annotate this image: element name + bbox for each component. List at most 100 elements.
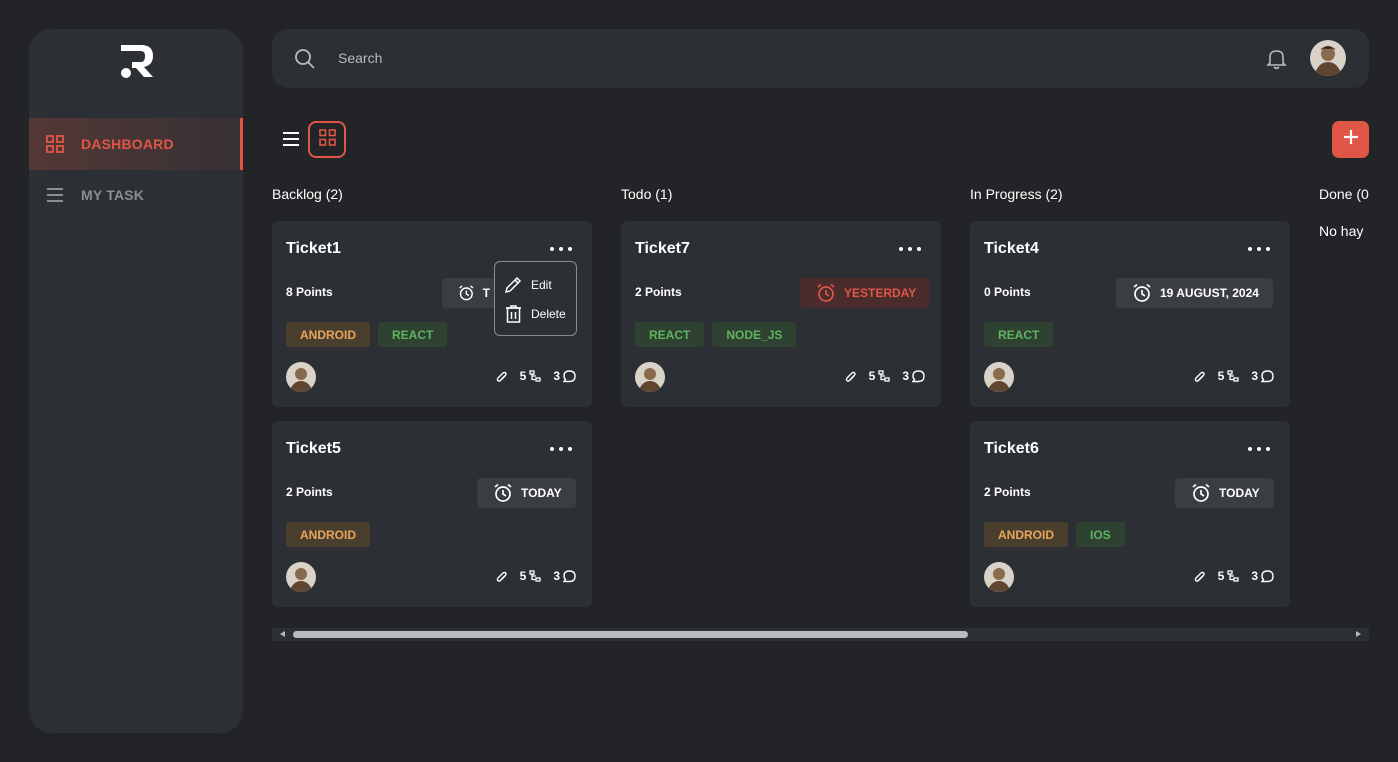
column-title-todo: Todo (1) xyxy=(621,186,673,202)
tag-list: REACT xyxy=(984,322,1054,347)
task-card[interactable]: Ticket4 0 Points 19 AUGUST, 2024 REACT 5… xyxy=(970,221,1290,407)
sidebar-item-dashboard[interactable]: DASHBOARD xyxy=(29,118,243,170)
comment-count: 3 xyxy=(553,569,560,583)
card-points: 2 Points xyxy=(286,485,333,499)
tag-list: ANDROID xyxy=(286,522,370,547)
subtask-count: 5 xyxy=(868,369,876,383)
plus-icon xyxy=(1343,129,1359,150)
task-card[interactable]: Ticket5 2 Points TODAY ANDROID 5 3 xyxy=(272,421,592,607)
subtask-count: 5 xyxy=(519,369,527,383)
card-points: 2 Points xyxy=(984,485,1031,499)
comment-icon xyxy=(912,369,925,382)
user-avatar[interactable] xyxy=(1310,40,1346,76)
top-bar xyxy=(272,29,1369,88)
more-options-icon[interactable] xyxy=(1248,445,1270,453)
tag: IOS xyxy=(1076,522,1125,547)
delete-menu-item[interactable]: Delete xyxy=(504,304,566,323)
due-date-badge: YESTERDAY xyxy=(800,278,931,308)
card-title: Ticket5 xyxy=(286,440,341,457)
comment-count: 3 xyxy=(902,369,909,383)
subtask-icon xyxy=(1227,370,1239,382)
tag: ANDROID xyxy=(984,522,1068,547)
subtask-count: 5 xyxy=(1217,369,1225,383)
tag-list: ANDROID IOS xyxy=(984,522,1125,547)
edit-menu-item[interactable]: Edit xyxy=(504,275,552,294)
sidebar-item-label: MY TASK xyxy=(81,187,145,203)
list-icon xyxy=(282,131,300,152)
column-title-in-progress: In Progress (2) xyxy=(970,186,1063,202)
assignee-avatar xyxy=(286,562,316,592)
paperclip-icon xyxy=(496,570,508,583)
comment-icon xyxy=(563,369,576,382)
subtask-count: 5 xyxy=(1217,569,1225,583)
paperclip-icon xyxy=(496,370,508,383)
subtask-count: 5 xyxy=(519,569,527,583)
more-options-icon[interactable] xyxy=(550,245,572,253)
comment-icon xyxy=(563,569,576,582)
tag-list: REACT NODE_JS xyxy=(635,322,797,347)
comment-icon xyxy=(1261,369,1274,382)
pencil-icon xyxy=(504,276,522,294)
card-points: 8 Points xyxy=(286,285,333,299)
comment-count: 3 xyxy=(1251,569,1258,583)
scroll-thumb[interactable] xyxy=(293,631,968,638)
tag: ANDROID xyxy=(286,522,370,547)
subtask-icon xyxy=(529,570,541,582)
sidebar-item-my-task[interactable]: MY TASK xyxy=(29,169,243,221)
horizontal-scrollbar[interactable] xyxy=(272,628,1369,641)
alarm-clock-icon xyxy=(817,283,835,302)
assignee-avatar xyxy=(635,362,665,392)
alarm-clock-icon xyxy=(1133,283,1151,302)
comment-count: 3 xyxy=(1251,369,1258,383)
card-points: 0 Points xyxy=(984,285,1031,299)
task-card[interactable]: Ticket7 2 Points YESTERDAY REACT NODE_JS… xyxy=(621,221,941,407)
due-date-badge: TODAY xyxy=(477,478,576,508)
column-title-done: Done (0 xyxy=(1319,186,1369,202)
assignee-avatar xyxy=(984,562,1014,592)
grid-view-button[interactable] xyxy=(308,121,346,158)
assignee-avatar xyxy=(984,362,1014,392)
more-options-icon[interactable] xyxy=(899,245,921,253)
due-date-badge: TODAY xyxy=(1175,478,1274,508)
card-meta: 5 3 xyxy=(484,569,576,583)
bell-icon[interactable] xyxy=(1266,48,1287,75)
grid-icon xyxy=(318,128,336,151)
search-icon xyxy=(294,48,316,75)
card-context-menu: Edit Delete xyxy=(494,261,577,336)
card-meta: 5 3 xyxy=(1182,369,1274,383)
comment-icon xyxy=(1261,569,1274,582)
r-logo-icon[interactable] xyxy=(117,41,157,81)
more-options-icon[interactable] xyxy=(1248,245,1270,253)
subtask-icon xyxy=(1227,570,1239,582)
more-options-icon[interactable] xyxy=(550,445,572,453)
menu-icon xyxy=(45,185,65,205)
paperclip-icon xyxy=(1194,570,1206,583)
scroll-left-arrow[interactable] xyxy=(280,631,285,637)
empty-column-text: No hay xyxy=(1319,223,1364,239)
card-title: Ticket7 xyxy=(635,240,690,257)
scroll-right-arrow[interactable] xyxy=(1356,631,1361,637)
alarm-clock-icon xyxy=(459,285,474,301)
tag: REACT xyxy=(635,322,705,347)
grid-icon xyxy=(45,134,65,154)
alarm-clock-icon xyxy=(1192,483,1210,502)
tag: REACT xyxy=(984,322,1054,347)
tag-list: ANDROID REACT xyxy=(286,322,448,347)
subtask-icon xyxy=(529,370,541,382)
assignee-avatar xyxy=(286,362,316,392)
task-card[interactable]: Ticket6 2 Points TODAY ANDROID IOS 5 3 xyxy=(970,421,1290,607)
comment-count: 3 xyxy=(553,369,560,383)
alarm-clock-icon xyxy=(494,483,512,502)
card-meta: 5 3 xyxy=(484,369,576,383)
card-title: Ticket6 xyxy=(984,440,1039,457)
column-title-backlog: Backlog (2) xyxy=(272,186,343,202)
search-input[interactable] xyxy=(328,43,1208,73)
tag: NODE_JS xyxy=(712,322,797,347)
sidebar: DASHBOARD MY TASK xyxy=(29,29,243,733)
list-view-button[interactable] xyxy=(278,128,304,154)
card-meta: 5 3 xyxy=(833,369,925,383)
sidebar-item-label: DASHBOARD xyxy=(81,136,174,152)
add-task-button[interactable] xyxy=(1332,121,1369,158)
tag: REACT xyxy=(378,322,448,347)
card-meta: 5 3 xyxy=(1182,569,1274,583)
